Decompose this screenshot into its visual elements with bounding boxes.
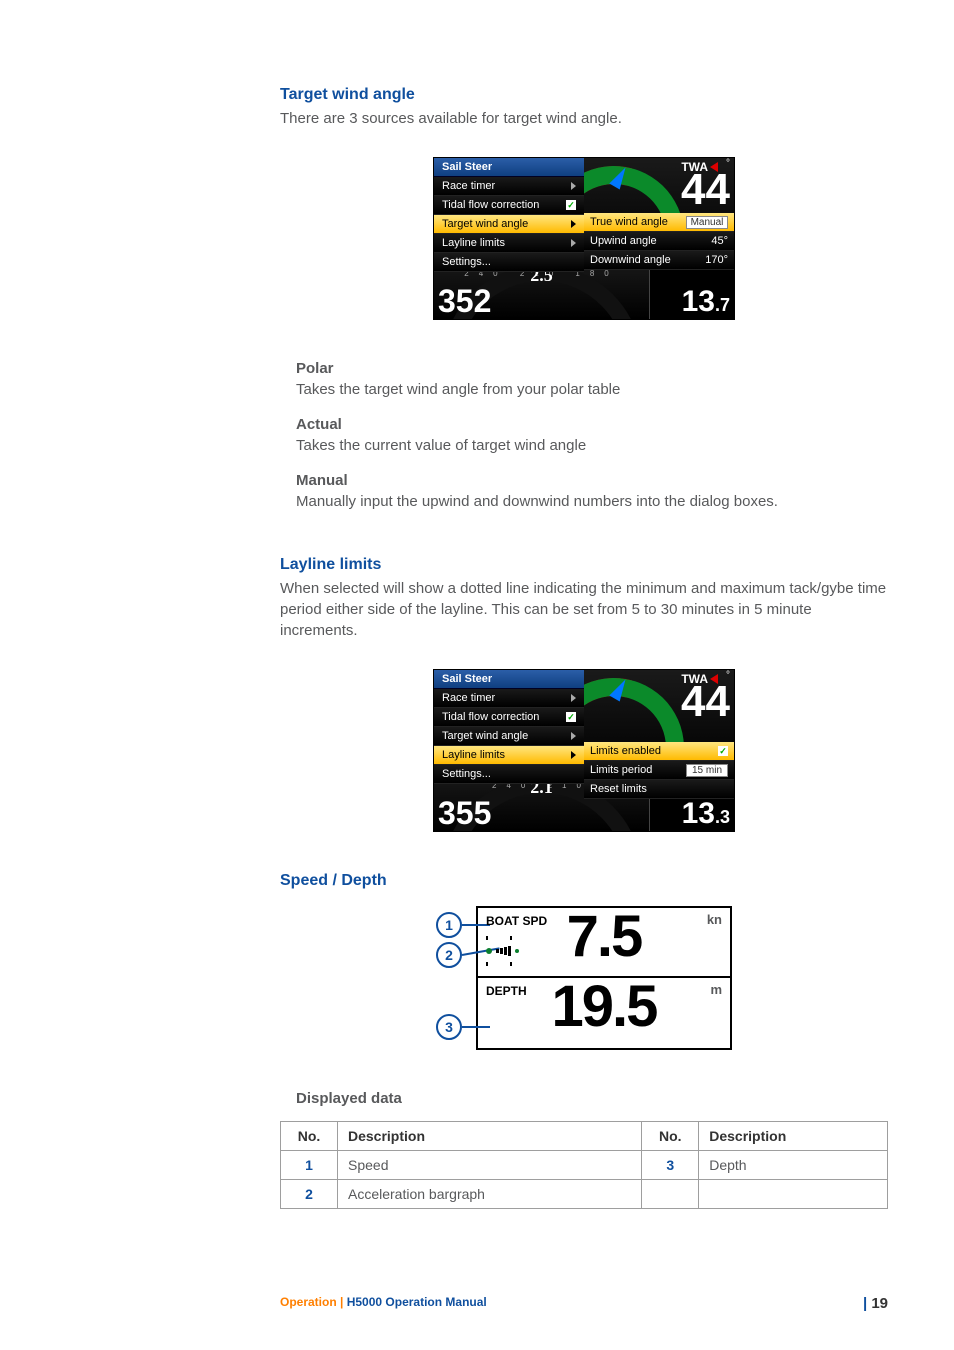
twd-value: 355: [438, 797, 491, 829]
menu-label: Race timer: [442, 180, 495, 192]
acceleration-bargraph-bars: [486, 946, 519, 956]
table-displayed-data: No. Description No. Description 1 Speed …: [280, 1121, 888, 1209]
cell-desc: [699, 1180, 888, 1209]
th-no: No.: [281, 1122, 338, 1151]
table-row: 1 Speed 3 Depth: [281, 1151, 888, 1180]
chevron-right-icon: [571, 732, 576, 740]
submenu-label: Reset limits: [590, 783, 647, 795]
chevron-right-icon: [571, 751, 576, 759]
cell-no: [642, 1180, 699, 1209]
screenshot-layline-limits: Sail Steer Race timer Tidal flow correct…: [433, 669, 735, 832]
checkbox-icon: ✓: [566, 200, 576, 210]
th-description: Description: [699, 1122, 888, 1151]
text-manual: Manually input the upwind and downwind n…: [296, 491, 888, 512]
depth-value: 19.5: [478, 972, 730, 1042]
menu-title-sail-steer: Sail Steer: [434, 158, 584, 177]
submenu-true-wind-angle[interactable]: True wind angle Manual: [584, 213, 734, 232]
submenu-label: Upwind angle: [590, 235, 657, 247]
twa-value: 44: [681, 680, 730, 724]
screenshot-target-wind-angle: Sail Steer Race timer Tidal flow correct…: [433, 157, 735, 320]
footer-sep: |: [337, 1295, 347, 1309]
heading-manual: Manual: [296, 472, 888, 489]
chevron-right-icon: [571, 694, 576, 702]
menu-item-tidal-flow[interactable]: Tidal flow correction ✓: [434, 196, 584, 215]
menu-item-target-wind-angle[interactable]: Target wind angle: [434, 215, 584, 234]
heading-speed-depth: Speed / Depth: [280, 872, 888, 890]
menu-label: Layline limits: [442, 749, 505, 761]
submenu-value: 15 min: [686, 764, 728, 777]
menu-item-race-timer[interactable]: Race timer: [434, 177, 584, 196]
table-row: 2 Acceleration bargraph: [281, 1180, 888, 1209]
menu-label: Race timer: [442, 692, 495, 704]
menu-item-target-wind-angle[interactable]: Target wind angle: [434, 727, 584, 746]
heading-actual: Actual: [296, 416, 888, 433]
twa-value: 44: [681, 168, 730, 212]
heading-layline-limits: Layline limits: [280, 556, 888, 574]
menu-item-settings[interactable]: Settings...: [434, 765, 584, 784]
menu-label: Layline limits: [442, 237, 505, 249]
text-twa-intro: There are 3 sources available for target…: [280, 108, 888, 129]
instrument-speed-depth: BOAT SPD kn 7.5: [476, 906, 732, 1050]
cell-desc: Speed: [338, 1151, 642, 1180]
menu-label: Settings...: [442, 256, 491, 268]
text-layline: When selected will show a dotted line in…: [280, 578, 888, 641]
boat-spd-value: 7.5: [478, 902, 730, 972]
cell-no: 1: [281, 1151, 338, 1180]
th-no: No.: [642, 1122, 699, 1151]
heading-displayed-data: Displayed data: [296, 1090, 888, 1107]
cell-desc: Depth: [699, 1151, 888, 1180]
text-actual: Takes the current value of target wind a…: [296, 435, 888, 456]
callout-1: 1: [436, 912, 462, 938]
footer-breadcrumb: Operation | H5000 Operation Manual: [280, 1295, 487, 1312]
th-description: Description: [338, 1122, 642, 1151]
submenu-value: 45°: [711, 235, 728, 247]
callout-2: 2: [436, 942, 462, 968]
menu-item-layline-limits[interactable]: Layline limits: [434, 746, 584, 765]
cell-no: 2: [281, 1180, 338, 1209]
menu-item-race-timer[interactable]: Race timer: [434, 689, 584, 708]
menu-title-sail-steer: Sail Steer: [434, 670, 584, 689]
cell-desc: Acceleration bargraph: [338, 1180, 642, 1209]
submenu-label: Limits enabled: [590, 745, 661, 757]
text-polar: Takes the target wind angle from your po…: [296, 379, 888, 400]
chevron-right-icon: [571, 239, 576, 247]
submenu-upwind-angle[interactable]: Upwind angle 45°: [584, 232, 734, 251]
tws-value-dec: .7: [715, 295, 730, 315]
footer-manual: H5000 Operation Manual: [347, 1295, 487, 1309]
menu-item-tidal-flow[interactable]: Tidal flow correction ✓: [434, 708, 584, 727]
callout-3: 3: [436, 1014, 462, 1040]
submenu-label: Limits period: [590, 764, 652, 776]
twd-value: 352: [438, 285, 491, 317]
menu-label: Settings...: [442, 768, 491, 780]
menu-label: Target wind angle: [442, 730, 528, 742]
heading-polar: Polar: [296, 360, 888, 377]
submenu-value: Manual: [686, 216, 728, 229]
submenu-limits-period[interactable]: Limits period 15 min: [584, 761, 734, 780]
tws-value-int: 13: [682, 797, 715, 830]
checkbox-icon: ✓: [718, 746, 728, 756]
submenu-reset-limits[interactable]: Reset limits: [584, 780, 734, 799]
tws-value-dec: .3: [715, 807, 730, 827]
menu-label: Tidal flow correction: [442, 711, 539, 723]
menu-item-layline-limits[interactable]: Layline limits: [434, 234, 584, 253]
submenu-downwind-angle[interactable]: Downwind angle 170°: [584, 251, 734, 270]
cell-no: 3: [642, 1151, 699, 1180]
footer-section: Operation: [280, 1295, 337, 1309]
submenu-limits-enabled[interactable]: Limits enabled ✓: [584, 742, 734, 761]
heading-target-wind-angle: Target wind angle: [280, 86, 888, 104]
menu-label: Target wind angle: [442, 218, 528, 230]
menu-item-settings[interactable]: Settings...: [434, 253, 584, 272]
footer-page: | 19: [863, 1295, 888, 1312]
submenu-label: Downwind angle: [590, 254, 671, 266]
chevron-right-icon: [571, 182, 576, 190]
chevron-right-icon: [571, 220, 576, 228]
checkbox-icon: ✓: [566, 712, 576, 722]
tws-value-int: 13: [682, 285, 715, 318]
footer-page-number: 19: [871, 1295, 888, 1312]
acceleration-bargraph: [486, 936, 512, 940]
submenu-value: 170°: [705, 254, 728, 266]
submenu-label: True wind angle: [590, 216, 668, 228]
menu-label: Tidal flow correction: [442, 199, 539, 211]
